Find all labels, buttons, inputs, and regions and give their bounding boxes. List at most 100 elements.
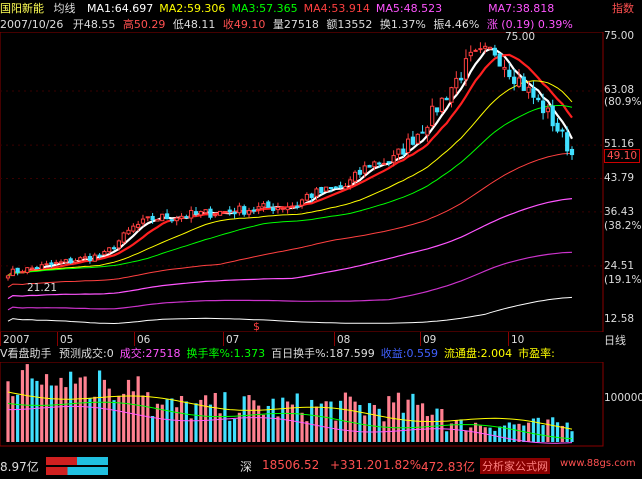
footer-market: 深 [240, 460, 253, 474]
candle-body [208, 208, 213, 218]
candle-body [545, 107, 550, 113]
volume-bar [334, 420, 338, 442]
volume-bar [232, 418, 237, 442]
low-price-label: 21.21 [27, 282, 58, 294]
volume-stat-1: 成交:27518 [119, 347, 181, 360]
time-axis-tick [508, 332, 509, 346]
time-axis-tick [334, 332, 335, 346]
price-axis-label: 43.79 [604, 172, 635, 184]
candle-body [271, 207, 276, 211]
candle-body [107, 247, 112, 253]
volume-bar [276, 416, 280, 442]
candle-body [63, 259, 68, 263]
volume-bar [78, 377, 82, 442]
candle-body [444, 97, 449, 101]
volume-bar [223, 392, 227, 442]
ma-line-4 [7, 105, 573, 277]
candle-body [531, 88, 536, 98]
candle-body [222, 210, 228, 213]
period-mode[interactable]: 日线 [604, 334, 640, 347]
volume-stat-4: 收益:0.559 [380, 347, 438, 360]
candle-body [478, 48, 483, 51]
candle-body [343, 186, 348, 190]
volume-bar [204, 395, 208, 442]
candle-body [507, 69, 512, 78]
volume-bar [151, 416, 155, 442]
candle-body [73, 260, 78, 263]
candle-body [280, 207, 285, 210]
volume-bar [536, 417, 540, 442]
volume-bar [184, 401, 188, 442]
volume-bar [555, 422, 560, 442]
quote-high: 高50.29 [122, 18, 166, 31]
time-marker: $ [253, 320, 260, 333]
candle-body [434, 107, 440, 113]
indicator-name[interactable]: 均线 [54, 2, 76, 15]
volume-stat-5: 流通盘:2.004 [443, 347, 513, 360]
price-chart[interactable] [0, 32, 642, 332]
candle-body [58, 261, 64, 264]
ma-line-1 [7, 47, 573, 277]
ma-value-5: MA5:48.523 [375, 2, 443, 15]
candle-body [526, 86, 531, 93]
volume-bar [411, 393, 415, 442]
volume-bar [546, 419, 550, 442]
volume-bar [522, 425, 526, 442]
quote-date: 2007/10/26 [0, 18, 64, 31]
volume-bar [266, 405, 270, 442]
volume-bar [194, 403, 198, 442]
candle-body [492, 47, 497, 56]
volume-bar [517, 423, 521, 442]
volume-bar [387, 396, 391, 442]
footer-amount: 472.83亿 [421, 460, 475, 474]
candle-body [338, 185, 343, 189]
volume-bar [454, 420, 458, 442]
volume-stat-0: 预测成交:0 [59, 347, 114, 360]
volume-bar [420, 403, 425, 442]
volume-bar [16, 394, 20, 442]
candle-body [49, 262, 54, 265]
candle-body [497, 53, 502, 67]
volume-bar [218, 413, 222, 442]
volume-bar [40, 384, 44, 442]
quote-volume: 量27518 [272, 18, 319, 31]
candle-body [39, 264, 44, 270]
price-axis-label: 75.00 [604, 30, 635, 42]
candle-body [333, 186, 338, 189]
candle-body [164, 213, 170, 220]
volume-bar [339, 400, 343, 442]
candle-body [68, 258, 73, 264]
volume-chart[interactable] [0, 362, 642, 447]
candle-body [565, 132, 570, 152]
footer-site-right[interactable]: www.88gs.com [560, 458, 636, 469]
time-axis-tick [57, 332, 58, 346]
volume-bar [242, 396, 246, 442]
candle-body [251, 209, 256, 212]
ma-value-3: MA3:57.365 [231, 2, 298, 15]
candle-body [160, 213, 165, 222]
volume-bar [416, 404, 420, 442]
time-axis-label: 09 [423, 334, 437, 346]
volume-bar [49, 385, 53, 442]
stock-name[interactable]: 国阳新能 [0, 2, 44, 15]
status-bar: 8.97亿 深 18506.52 +331.20 1.82% 472.83亿 分… [0, 455, 642, 479]
volume-bar [478, 425, 483, 442]
volume-bar [179, 395, 184, 442]
footer-site-left[interactable]: 分析家公式网 [480, 458, 550, 474]
candle-body [30, 267, 35, 270]
time-axis-tick [134, 332, 135, 346]
candle-body [116, 240, 121, 249]
volume-panel-title[interactable]: V看盘助手 [0, 347, 52, 360]
volume-bar [93, 396, 97, 442]
volume-bar [498, 426, 502, 442]
candle-body [218, 210, 223, 216]
peak-price-label: 75.00 [505, 31, 536, 43]
candle-body [189, 209, 194, 219]
candle-body [242, 206, 247, 215]
volume-bar [551, 417, 555, 442]
price-axis-label: 63.08 [604, 84, 635, 96]
candle-body [92, 254, 97, 262]
volume-axis-label: 100000 [604, 392, 642, 404]
candle-body [473, 49, 478, 52]
volume-bar [367, 403, 372, 442]
